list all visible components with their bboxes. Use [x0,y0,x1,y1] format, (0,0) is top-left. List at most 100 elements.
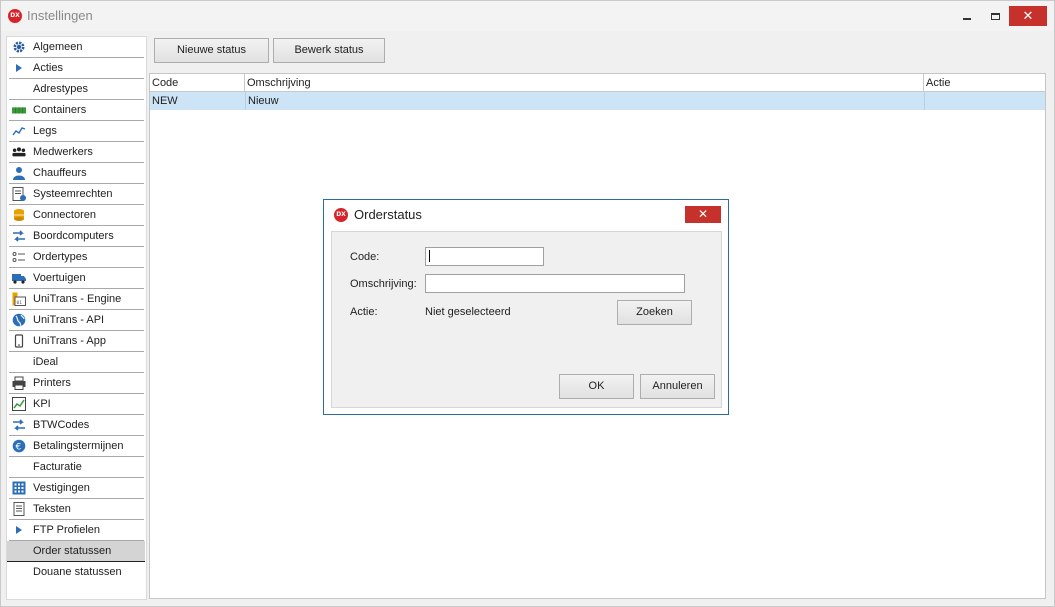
grid-header: Code Omschrijving Actie [150,74,1045,92]
cell-description: Nieuw [245,92,924,110]
globe-icon [12,313,26,327]
column-header-description[interactable]: Omschrijving [245,74,924,92]
app-logo-icon: DX [8,9,22,23]
sidebar-item-label: KPI [33,398,51,410]
sidebar-item-btwcodes[interactable]: BTWCodes [9,415,144,436]
sidebar-item-facturatie[interactable]: Facturatie [9,457,144,478]
search-button[interactable]: Zoeken [617,300,692,325]
dialog-body: Code: Omschrijving: Actie: Niet geselect… [331,231,722,408]
building-icon [12,481,26,495]
code-label: Code: [350,251,380,263]
sidebar-item-kpi[interactable]: KPI [9,394,144,415]
sidebar-item-vestigingen[interactable]: Vestigingen [9,478,144,499]
chart-icon [12,397,26,411]
sidebar-item-systeemrechten[interactable]: Systeemrechten [9,184,144,205]
euro-icon: € [12,439,26,453]
sidebar-item-label: Legs [33,125,57,137]
text-cursor [429,250,430,262]
container-icon [12,103,26,117]
ok-button[interactable]: OK [559,374,634,399]
sidebar-item-label: UniTrans - App [33,335,106,347]
sidebar-item-label: Printers [33,377,71,389]
settings-window: DX Instellingen ✕ Algemeen Acties Adrest… [0,0,1055,607]
code-field-wrapper [425,247,544,266]
list-icon [12,250,26,264]
sidebar-item-label: Adrestypes [33,83,89,95]
sidebar-item-printers[interactable]: Printers [9,373,144,394]
sidebar-item-label: Systeemrechten [33,188,113,200]
close-button[interactable]: ✕ [1009,6,1047,26]
sidebar-item-chauffeurs[interactable]: Chauffeurs [9,163,144,184]
sidebar-item-adrestypes[interactable]: Adrestypes [9,79,144,100]
minimize-icon [963,17,971,20]
sidebar-item-ordertypes[interactable]: Ordertypes [9,247,144,268]
sidebar-item-label: Facturatie [33,461,82,473]
sidebar-item-label: Boordcomputers [33,230,114,242]
sidebar-item-unitrans-api[interactable]: UniTrans - API [9,310,144,331]
dialog-close-button[interactable]: ✕ [685,206,721,223]
triangle-right-icon [12,61,26,75]
truck-icon [12,271,26,285]
action-value: Niet geselecteerd [425,306,511,318]
sidebar-item-legs[interactable]: Legs [9,121,144,142]
close-icon: ✕ [1022,8,1034,23]
minimize-button[interactable] [953,6,981,26]
sidebar-item-medwerkers[interactable]: Medwerkers [9,142,144,163]
sidebar-item-ideal[interactable]: iDeal [9,352,144,373]
sidebar-item-label: Betalingstermijnen [33,440,124,452]
cell-action [924,92,1045,110]
document-info-icon [12,187,26,201]
svg-text:€: € [16,443,22,453]
sidebar-item-teksten[interactable]: Teksten [9,499,144,520]
description-input[interactable] [425,274,685,293]
cell-code: NEW [152,95,178,107]
people-icon [12,145,26,159]
maximize-icon [990,13,1000,21]
code-input[interactable] [425,247,544,266]
sidebar-item-label: Acties [33,62,63,74]
title-bar[interactable]: DX Instellingen ✕ [1,1,1054,31]
maximize-button[interactable] [981,6,1009,26]
exchange-arrows-icon [12,229,26,243]
dialog-title-bar[interactable]: DX Orderstatus ✕ [324,200,728,228]
sidebar-item-acties[interactable]: Acties [9,58,144,79]
sidebar-item-unitrans-engine[interactable]: 01 UniTrans - Engine [9,289,144,310]
orderstatus-dialog: DX Orderstatus ✕ Code: Omschrijving: Act… [323,199,729,415]
sidebar-item-ftp-profielen[interactable]: FTP Profielen [9,520,144,541]
line-chart-icon [12,124,26,138]
sidebar-item-connectoren[interactable]: Connectoren [9,205,144,226]
sidebar-item-label: BTWCodes [33,419,90,431]
dialog-title: Orderstatus [354,207,422,222]
action-label: Actie: [350,306,378,318]
sidebar-item-label: Algemeen [33,41,83,53]
printer-icon [12,376,26,390]
sidebar-item-label: Medwerkers [33,146,93,158]
sidebar-item-order-statussen[interactable]: Order statussen [7,541,145,562]
sidebar-item-containers[interactable]: Containers [9,100,144,121]
table-row[interactable]: NEW Nieuw [150,92,1045,110]
sidebar-item-boordcomputers[interactable]: Boordcomputers [9,226,144,247]
person-icon [12,166,26,180]
sidebar-item-label: iDeal [33,356,59,368]
cancel-button[interactable]: Annuleren [640,374,715,399]
sidebar-item-betalingstermijnen[interactable]: € Betalingstermijnen [9,436,144,457]
sidebar-item-label: Containers [33,104,87,116]
sidebar-item-voertuigen[interactable]: Voertuigen [9,268,144,289]
sidebar-item-label: Connectoren [33,209,96,221]
exchange-arrows-icon [12,418,26,432]
sidebar-item-label: UniTrans - API [33,314,105,326]
mobile-icon [12,334,26,348]
column-header-action[interactable]: Actie [924,74,1045,92]
sidebar-item-label: Ordertypes [33,251,88,263]
new-status-button[interactable]: Nieuwe status [154,38,269,63]
sidebar-item-douane-statussen[interactable]: Douane statussen [9,562,144,583]
close-icon: ✕ [697,207,709,221]
sidebar-item-algemeen[interactable]: Algemeen [9,37,144,58]
settings-sidebar: Algemeen Acties Adrestypes Containers Le… [6,36,147,600]
sidebar-item-label: FTP Profielen [33,524,101,536]
sidebar-item-label: Voertuigen [33,272,86,284]
sidebar-item-unitrans-app[interactable]: UniTrans - App [9,331,144,352]
sidebar-item-label: Douane statussen [33,566,122,578]
column-header-code[interactable]: Code [150,74,245,92]
edit-status-button[interactable]: Bewerk status [273,38,385,63]
